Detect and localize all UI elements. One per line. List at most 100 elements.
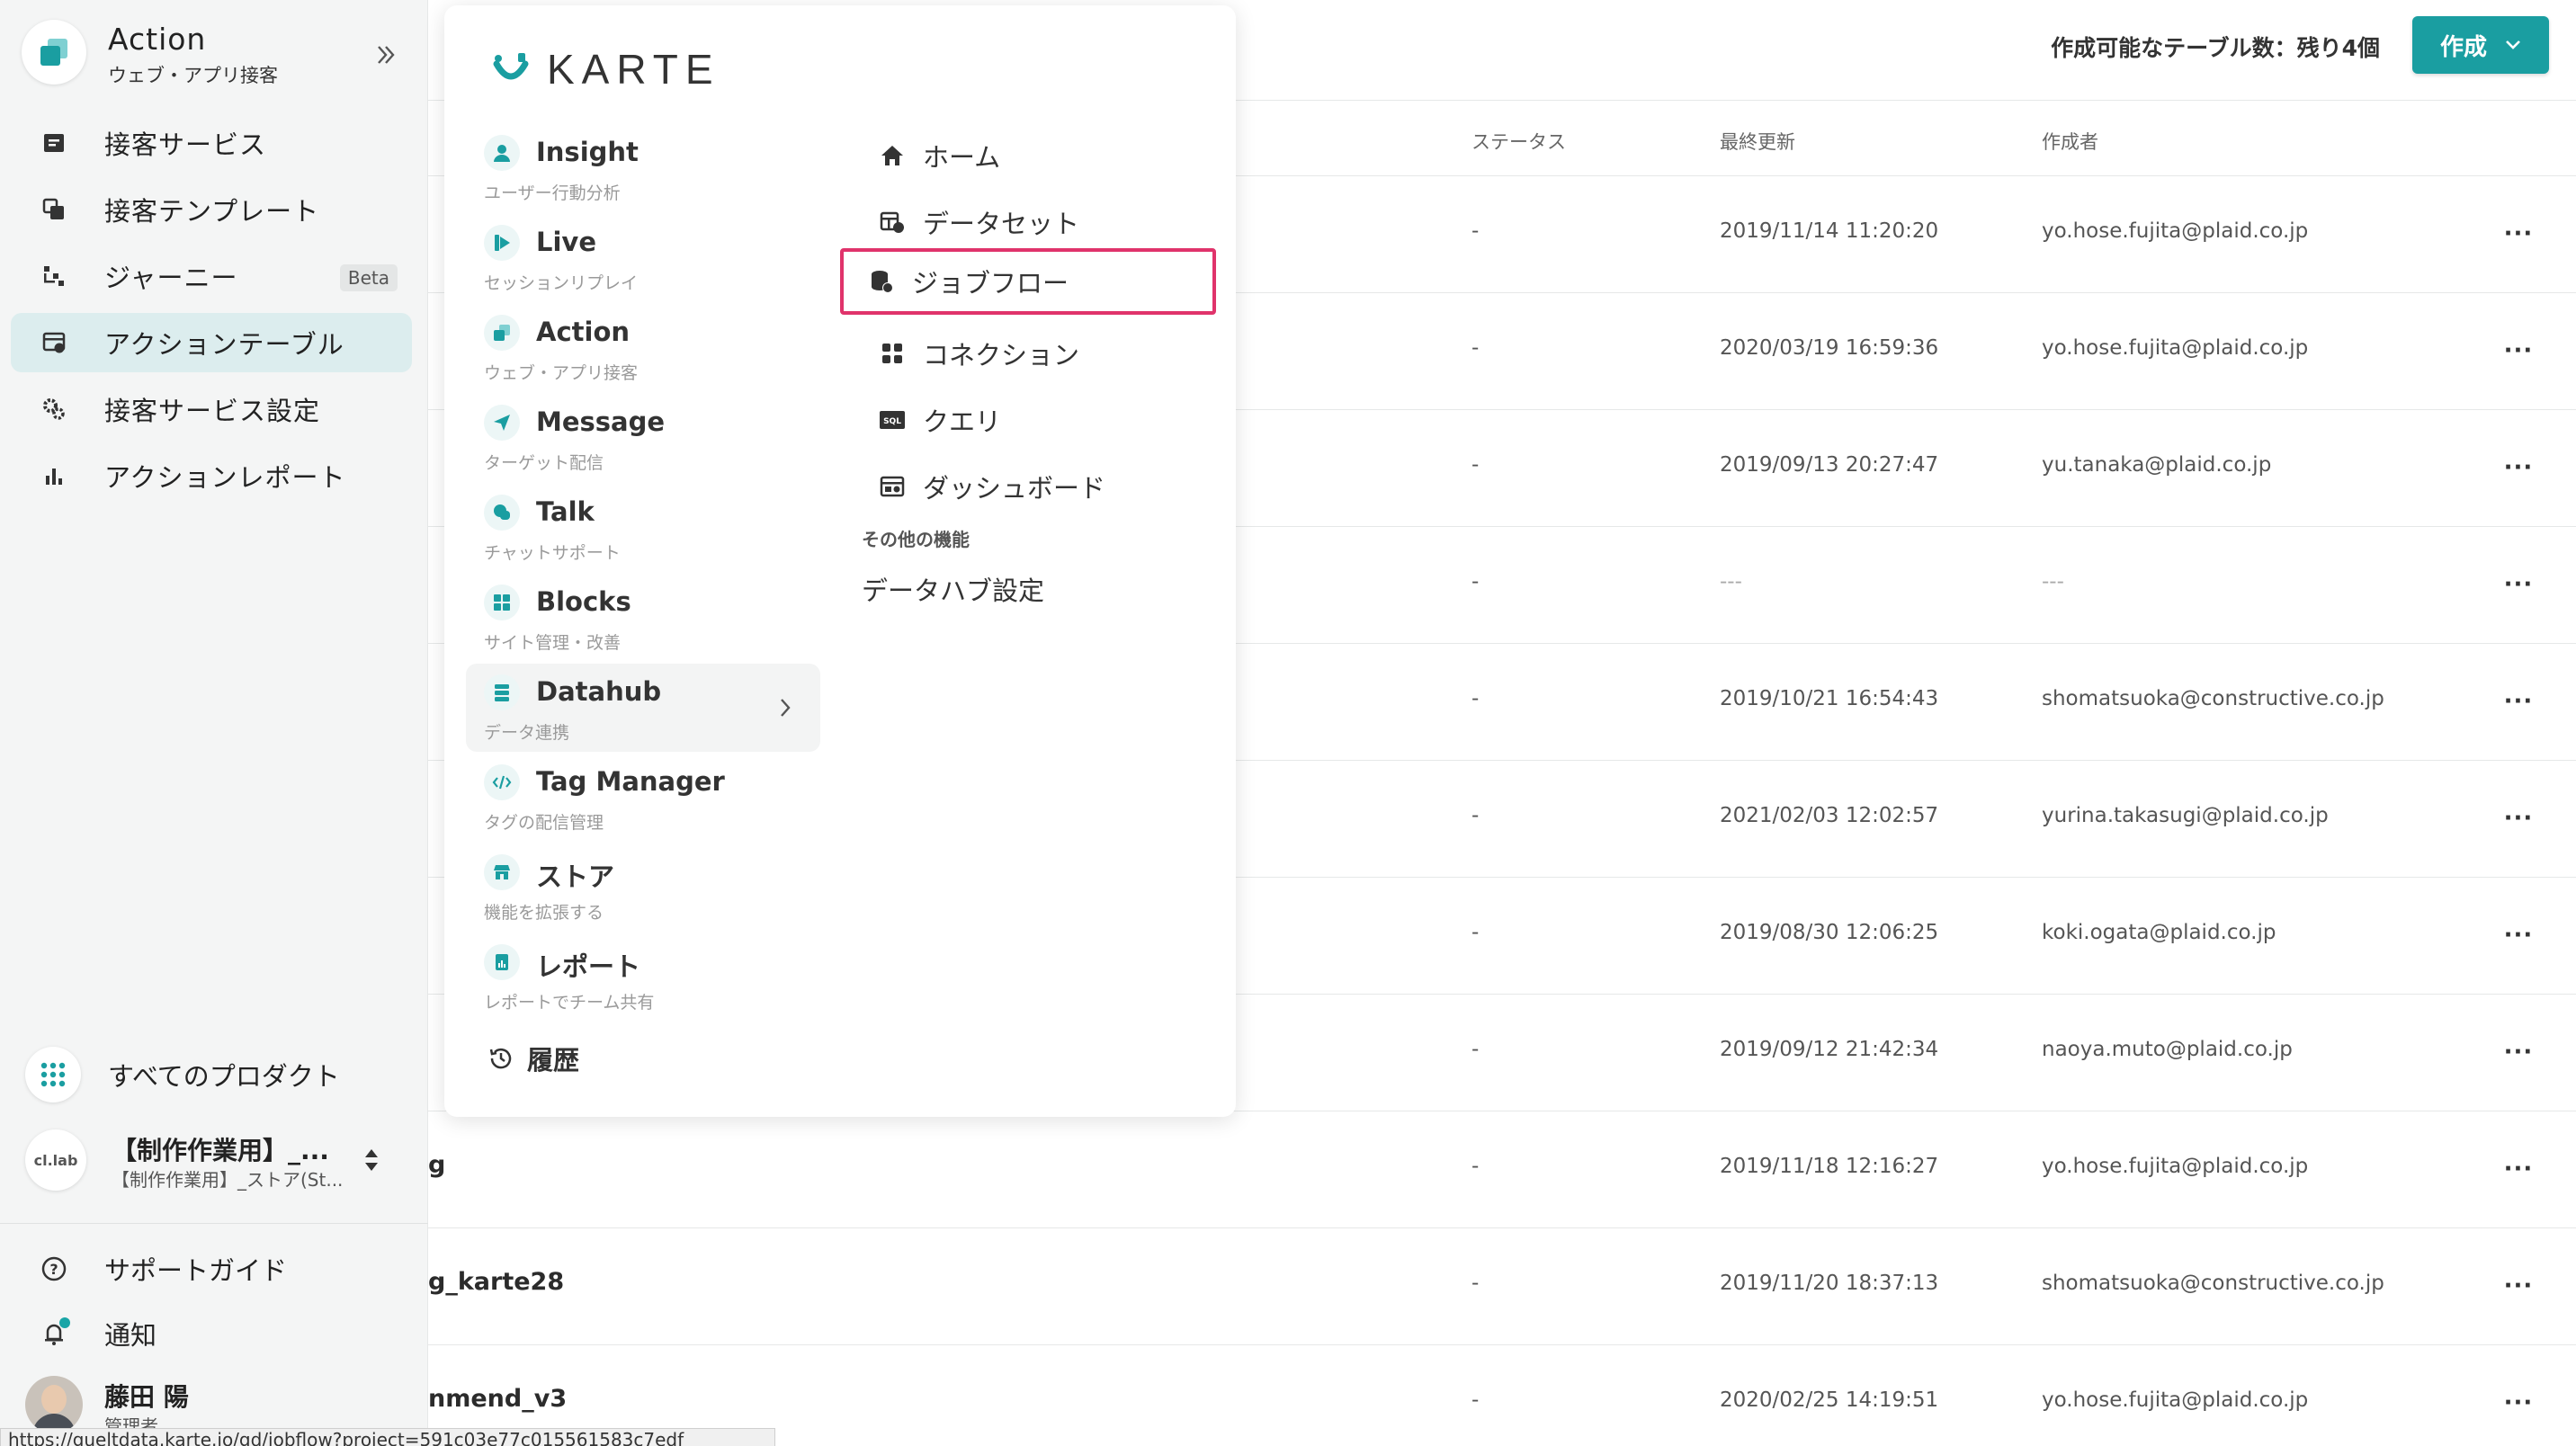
datahub-dashboard[interactable]: ダッシュボード (858, 459, 1218, 514)
more-options-icon[interactable]: ··· (2497, 797, 2540, 840)
grid-icon (25, 1047, 81, 1102)
sidebar-item-action-report[interactable]: アクションレポート (11, 446, 412, 505)
project-switcher[interactable]: cl.lab 【制作作業用】_... 【制作作業用】_ストア(St... (25, 1129, 403, 1194)
row-updated: 2019/10/21 16:54:43 (1720, 687, 1939, 710)
datahub-item-label: ジョブフロー (912, 268, 1069, 299)
datahub-home[interactable]: ホーム (858, 128, 1218, 183)
product-action[interactable]: Action ウェブ・アプリ接客 (466, 304, 820, 392)
user-icon (484, 135, 520, 171)
sidebar-item-journey[interactable]: ジャーニー Beta (11, 246, 412, 306)
row-name[interactable]: nmend_v3 (428, 1385, 567, 1413)
product-tag-manager[interactable]: Tag Manager タグの配信管理 (466, 754, 820, 842)
notifications-link[interactable]: 通知 (36, 1311, 157, 1356)
product-desc: ウェブ・アプリ接客 (484, 363, 639, 383)
live-play-icon (484, 225, 520, 261)
row-status: - (1471, 1038, 1480, 1061)
more-options-icon[interactable]: ··· (2497, 1147, 2540, 1191)
other-features-heading: その他の機能 (862, 529, 970, 550)
datahub-item-label: コネクション (923, 340, 1080, 370)
more-options-icon[interactable]: ··· (2497, 329, 2540, 372)
row-author: yo.hose.fujita@plaid.co.jp (2042, 336, 2309, 360)
jobflow-icon (865, 265, 898, 298)
more-options-icon[interactable]: ··· (2497, 1031, 2540, 1074)
table-row[interactable]: g - 2019/11/18 12:16:27 yo.hose.fujita@p… (428, 1111, 2576, 1228)
more-options-icon[interactable]: ··· (2497, 563, 2540, 606)
row-updated: 2019/09/13 20:27:47 (1720, 453, 1939, 477)
collapse-sidebar-icon[interactable] (363, 32, 408, 77)
datahub-query[interactable]: SQL クエリ (858, 392, 1218, 448)
product-store[interactable]: ストア 機能を拡張する (466, 844, 820, 932)
sidebar-item-label: ジャーニー (104, 263, 238, 293)
user-name: 藤田 陽 (104, 1382, 189, 1412)
row-status: - (1471, 570, 1480, 594)
create-button-label: 作成 (2439, 33, 2487, 61)
row-author: yo.hose.fujita@plaid.co.jp (2042, 1388, 2309, 1412)
datahub-dataset[interactable]: データセット (858, 194, 1218, 250)
table-row[interactable]: g_karte28 - 2019/11/20 18:37:13 shomatsu… (428, 1228, 2576, 1345)
product-datahub[interactable]: Datahub データ連携 (466, 664, 820, 752)
beta-badge: Beta (339, 264, 398, 291)
karte-logo-text: KARTE (547, 46, 720, 93)
sidebar-item-service[interactable]: 接客サービス (11, 113, 412, 173)
all-products-button[interactable]: すべてのプロダクト (25, 1047, 403, 1102)
history-link[interactable]: 履歴 (487, 1040, 579, 1077)
row-status: - (1471, 804, 1480, 827)
product-desc: セッションリプレイ (484, 273, 639, 293)
row-updated: 2019/11/14 11:20:20 (1720, 219, 1939, 243)
chat-bubble-icon (484, 495, 520, 531)
sidebar-item-action-table[interactable]: アクションテーブル (11, 313, 412, 372)
product-live[interactable]: Live セッションリプレイ (466, 214, 820, 302)
datahub-jobflow[interactable]: ジョブフロー (840, 248, 1216, 315)
product-menu: KARTE Insight ユーザー行動分析 Live セッションリプレイ Ac… (444, 5, 1236, 1117)
product-name: Datahub (536, 676, 662, 707)
datahub-settings-link[interactable]: データハブ設定 (862, 570, 1044, 608)
row-name[interactable]: g_karte28 (428, 1268, 564, 1296)
support-guide-link[interactable]: ? サポートガイド (36, 1246, 287, 1291)
product-message[interactable]: Message ターゲット配信 (466, 394, 820, 482)
row-name[interactable]: g (428, 1151, 445, 1179)
project-avatar: cl.lab (25, 1129, 86, 1191)
sidebar-nav: 接客サービス 接客テンプレート ジャーニー Beta アクションテーブル 接客サ… (11, 113, 412, 513)
product-desc: ターゲット配信 (484, 453, 604, 473)
more-options-icon[interactable]: ··· (2497, 446, 2540, 489)
product-blocks[interactable]: Blocks サイト管理・改善 (466, 574, 820, 662)
sidebar-item-label: アクションテーブル (104, 329, 344, 360)
more-options-icon[interactable]: ··· (2497, 680, 2540, 723)
sidebar-item-template[interactable]: 接客テンプレート (11, 180, 412, 239)
more-options-icon[interactable]: ··· (2497, 1264, 2540, 1308)
datahub-connection[interactable]: コネクション (858, 326, 1218, 381)
row-author: shomatsuoka@constructive.co.jp (2042, 687, 2384, 710)
sort-toggle-icon[interactable] (358, 1144, 385, 1176)
product-talk[interactable]: Talk チャットサポート (466, 484, 820, 572)
column-header-author: 作成者 (2042, 131, 2098, 153)
app-switcher[interactable]: Action ウェブ・アプリ接客 (22, 20, 408, 88)
code-icon (484, 764, 520, 800)
home-icon (876, 139, 908, 172)
history-icon (489, 1048, 512, 1069)
journey-icon (38, 260, 70, 292)
template-icon (38, 193, 70, 226)
create-button[interactable]: 作成 (2412, 16, 2549, 74)
product-name: ストア (536, 861, 615, 892)
row-status: - (1471, 921, 1480, 944)
datahub-item-label: ダッシュボード (923, 473, 1106, 504)
sidebar-item-service-settings[interactable]: 接客サービス設定 (11, 379, 412, 439)
product-name: Insight (536, 137, 639, 167)
karte-logo: KARTE (491, 45, 720, 94)
product-desc: タグの配信管理 (484, 813, 604, 833)
project-name: 【制作作業用】_... (112, 1136, 329, 1165)
sidebar-item-label: アクションレポート (104, 462, 346, 493)
more-options-icon[interactable]: ··· (2497, 914, 2540, 957)
row-status: - (1471, 219, 1480, 243)
product-report[interactable]: レポート レポートでチーム共有 (466, 933, 820, 1022)
product-insight[interactable]: Insight ユーザー行動分析 (466, 124, 820, 212)
row-author: naoya.muto@plaid.co.jp (2042, 1038, 2293, 1061)
product-name: Tag Manager (536, 766, 725, 797)
dataset-icon (876, 206, 908, 238)
row-status: - (1471, 453, 1480, 477)
project-subtitle: 【制作作業用】_ストア(St... (112, 1169, 344, 1191)
settings-gear-icon (38, 393, 70, 425)
more-options-icon[interactable]: ··· (2497, 212, 2540, 255)
more-options-icon[interactable]: ··· (2497, 1381, 2540, 1424)
row-author: shomatsuoka@constructive.co.jp (2042, 1272, 2384, 1295)
